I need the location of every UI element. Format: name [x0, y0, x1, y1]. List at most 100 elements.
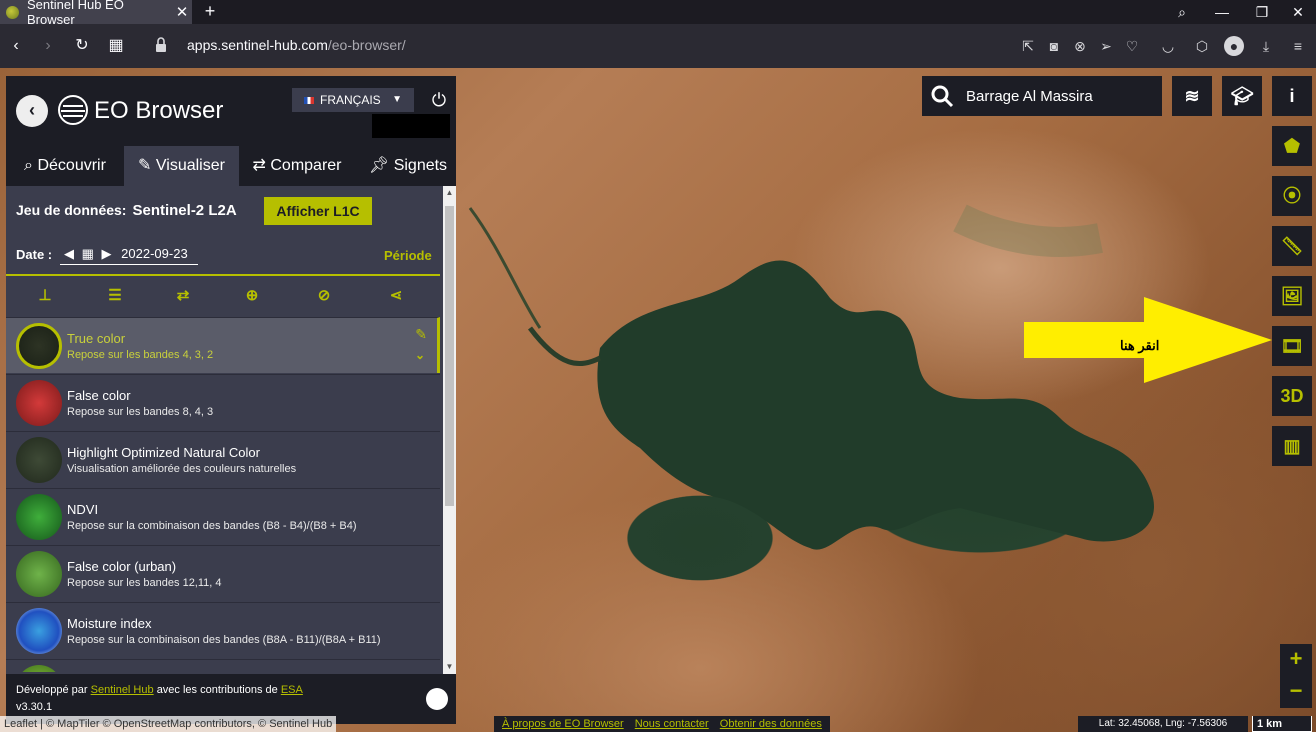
layer-item-highlight[interactable]: Highlight Optimized Natural Color Visual… [6, 431, 440, 487]
hide-eye-icon[interactable]: ⊘ [312, 284, 336, 308]
esa-logo-icon [426, 688, 448, 710]
pocket-icon[interactable]: ◡ [1158, 36, 1178, 56]
ruler-icon[interactable]: 📏︎ [1272, 226, 1312, 266]
date-label: Date : [16, 247, 53, 262]
layer-thumbnail [16, 494, 62, 540]
layer-list: True color Repose sur les bandes 4, 3, 2… [6, 317, 440, 672]
download-icon[interactable]: ⤓ [1256, 36, 1276, 56]
brand-title: EO Browser [94, 97, 224, 124]
statistics-chart-icon[interactable]: ▥ [1272, 426, 1312, 466]
esa-link[interactable]: ESA [281, 684, 303, 696]
credits-mid: avec les contributions de [156, 684, 278, 696]
period-link[interactable]: Période [384, 248, 432, 263]
caret-down-icon: ▼ [392, 94, 402, 105]
collapse-panel-button[interactable]: ‹ [16, 95, 48, 127]
show-l1c-button[interactable]: Afficher L1C [264, 197, 372, 225]
eo-browser-logo-icon [58, 95, 88, 125]
dataset-value: Sentinel-2 L2A [132, 202, 237, 219]
language-select[interactable]: FRANÇAIS ▼ [292, 88, 414, 112]
account-icon[interactable]: ● [1224, 36, 1244, 56]
camera-icon[interactable]: ◙ [1044, 36, 1064, 56]
layer-name: Highlight Optimized Natural Color [67, 445, 260, 460]
get-data-link[interactable]: Obtenir des données [720, 718, 822, 730]
layer-item-true-color[interactable]: True color Repose sur les bandes 4, 3, 2… [6, 317, 440, 373]
tab-visualize[interactable]: ✎ Visualiser [124, 146, 239, 186]
heart-icon[interactable]: ♡ [1122, 36, 1142, 56]
next-date-icon[interactable]: ▶ [102, 246, 112, 261]
extension-cube-icon[interactable]: ⬡ [1192, 36, 1212, 56]
share-icon[interactable]: ⋖ [384, 284, 408, 308]
layer-item-ndvi[interactable]: NDVI Repose sur la combinaison des bande… [6, 488, 440, 544]
block-icon[interactable]: ⊗ [1070, 36, 1090, 56]
dataset-label: Jeu de données: [16, 202, 127, 218]
new-tab-button[interactable]: + [200, 0, 220, 24]
pin-layer-icon[interactable]: ⊥ [33, 284, 57, 308]
layers-stack-icon[interactable]: ≋ [1172, 76, 1212, 116]
tab-discover[interactable]: ⌕ Découvrir [6, 146, 124, 186]
contact-link[interactable]: Nous contacter [635, 718, 709, 730]
scroll-thumb[interactable] [445, 206, 454, 506]
close-tab-icon[interactable]: ✕ [172, 3, 192, 21]
back-icon[interactable]: ‹ [4, 34, 28, 58]
location-marker-icon[interactable]: ⦿ [1272, 176, 1312, 216]
layer-desc: Repose sur la combinaison des bandes (B8… [67, 520, 357, 532]
reload-icon[interactable]: ↻ [70, 34, 94, 58]
layer-desc: Visualisation améliorée des couleurs nat… [67, 463, 297, 475]
map-attribution: Leaflet | © MapTiler © OpenStreetMap con… [0, 716, 337, 732]
sentinel-hub-link[interactable]: Sentinel Hub [91, 684, 154, 696]
layer-thumbnail [16, 323, 62, 369]
url-path: /eo-browser/ [327, 37, 406, 53]
pin-icon: 📌︎ [368, 157, 390, 174]
brush-icon: ✎ [138, 157, 152, 174]
crosshair-icon[interactable]: ⊕ [240, 284, 264, 308]
browser-tab[interactable]: Sentinel Hub EO Browser ✕ [0, 0, 192, 27]
layer-scrollbar[interactable]: ▲ ▼ [443, 186, 456, 674]
scroll-up-icon[interactable]: ▲ [443, 186, 456, 200]
tab-compare[interactable]: ⇄ Comparer [242, 146, 352, 186]
layer-name: False color [67, 388, 131, 403]
timelapse-film-icon[interactable]: 🎞︎ [1272, 326, 1312, 366]
search-icon: ⌕ [24, 157, 34, 174]
url-bar[interactable]: apps.sentinel-hub.com/eo-browser/ [187, 37, 406, 53]
tab-pins[interactable]: 📌︎ Signets [360, 146, 456, 186]
restore-button[interactable]: ❐ [1242, 0, 1282, 24]
zoom-in-button[interactable]: + [1280, 644, 1312, 676]
layer-thumbnail [16, 380, 62, 426]
tab-label: Signets [393, 157, 448, 174]
education-cap-icon[interactable]: 🎓︎ [1222, 76, 1262, 116]
send-icon[interactable]: ➢ [1096, 36, 1116, 56]
image-download-icon[interactable]: 🖼︎ [1272, 276, 1312, 316]
minimize-button[interactable]: — [1202, 0, 1242, 24]
edit-icon[interactable]: ✎ [415, 326, 427, 343]
browser-nav-bar: ‹ › ↻ ▦ apps.sentinel-hub.com/eo-browser… [0, 24, 1316, 68]
annotation-text: انقر هنا [1120, 338, 1160, 353]
calendar-icon[interactable]: ▦ [82, 246, 94, 261]
location-search[interactable]: Barrage Al Massira [922, 76, 1162, 116]
zoom-out-button[interactable]: − [1280, 676, 1312, 708]
apps-grid-icon[interactable]: ▦ [104, 34, 128, 58]
forward-icon[interactable]: › [36, 34, 60, 58]
sliders-icon[interactable]: ☰ [103, 284, 127, 308]
scroll-down-icon[interactable]: ▼ [443, 660, 456, 674]
layer-item-false-color-urban[interactable]: False color (urban) Repose sur les bande… [6, 545, 440, 601]
search-tabs-icon[interactable]: ⌕ [1162, 0, 1202, 24]
logout-power-icon[interactable]: ⏻ [428, 90, 450, 112]
search-input[interactable]: Barrage Al Massira [966, 88, 1093, 105]
draw-polygon-icon[interactable]: ⬟ [1272, 126, 1312, 166]
layer-desc: Repose sur la combinaison des bandes (B8… [67, 634, 381, 646]
menu-icon[interactable]: ≡ [1288, 36, 1308, 56]
lock-icon [156, 37, 166, 52]
three-d-button[interactable]: 3D [1272, 376, 1312, 416]
panel-header: ‹ EO Browser FRANÇAIS ▼ ⏻ [6, 76, 456, 146]
share-icon[interactable]: ⇱ [1018, 36, 1038, 56]
info-icon[interactable]: i [1272, 76, 1312, 116]
layer-item-false-color[interactable]: False color Repose sur les bandes 8, 4, … [6, 374, 440, 430]
compare-arrows-icon[interactable]: ⇄ [171, 284, 195, 308]
prev-date-icon[interactable]: ◀ [64, 246, 74, 261]
close-window-button[interactable]: ✕ [1278, 0, 1316, 24]
layer-item-partial[interactable] [6, 659, 440, 672]
expand-chevron-icon[interactable]: ⌄ [415, 348, 425, 362]
date-picker[interactable]: ◀ ▦ ▶ 2022-09-23 [60, 243, 198, 265]
layer-item-moisture[interactable]: Moisture index Repose sur la combinaison… [6, 602, 440, 658]
about-link[interactable]: À propos de EO Browser [502, 718, 624, 730]
